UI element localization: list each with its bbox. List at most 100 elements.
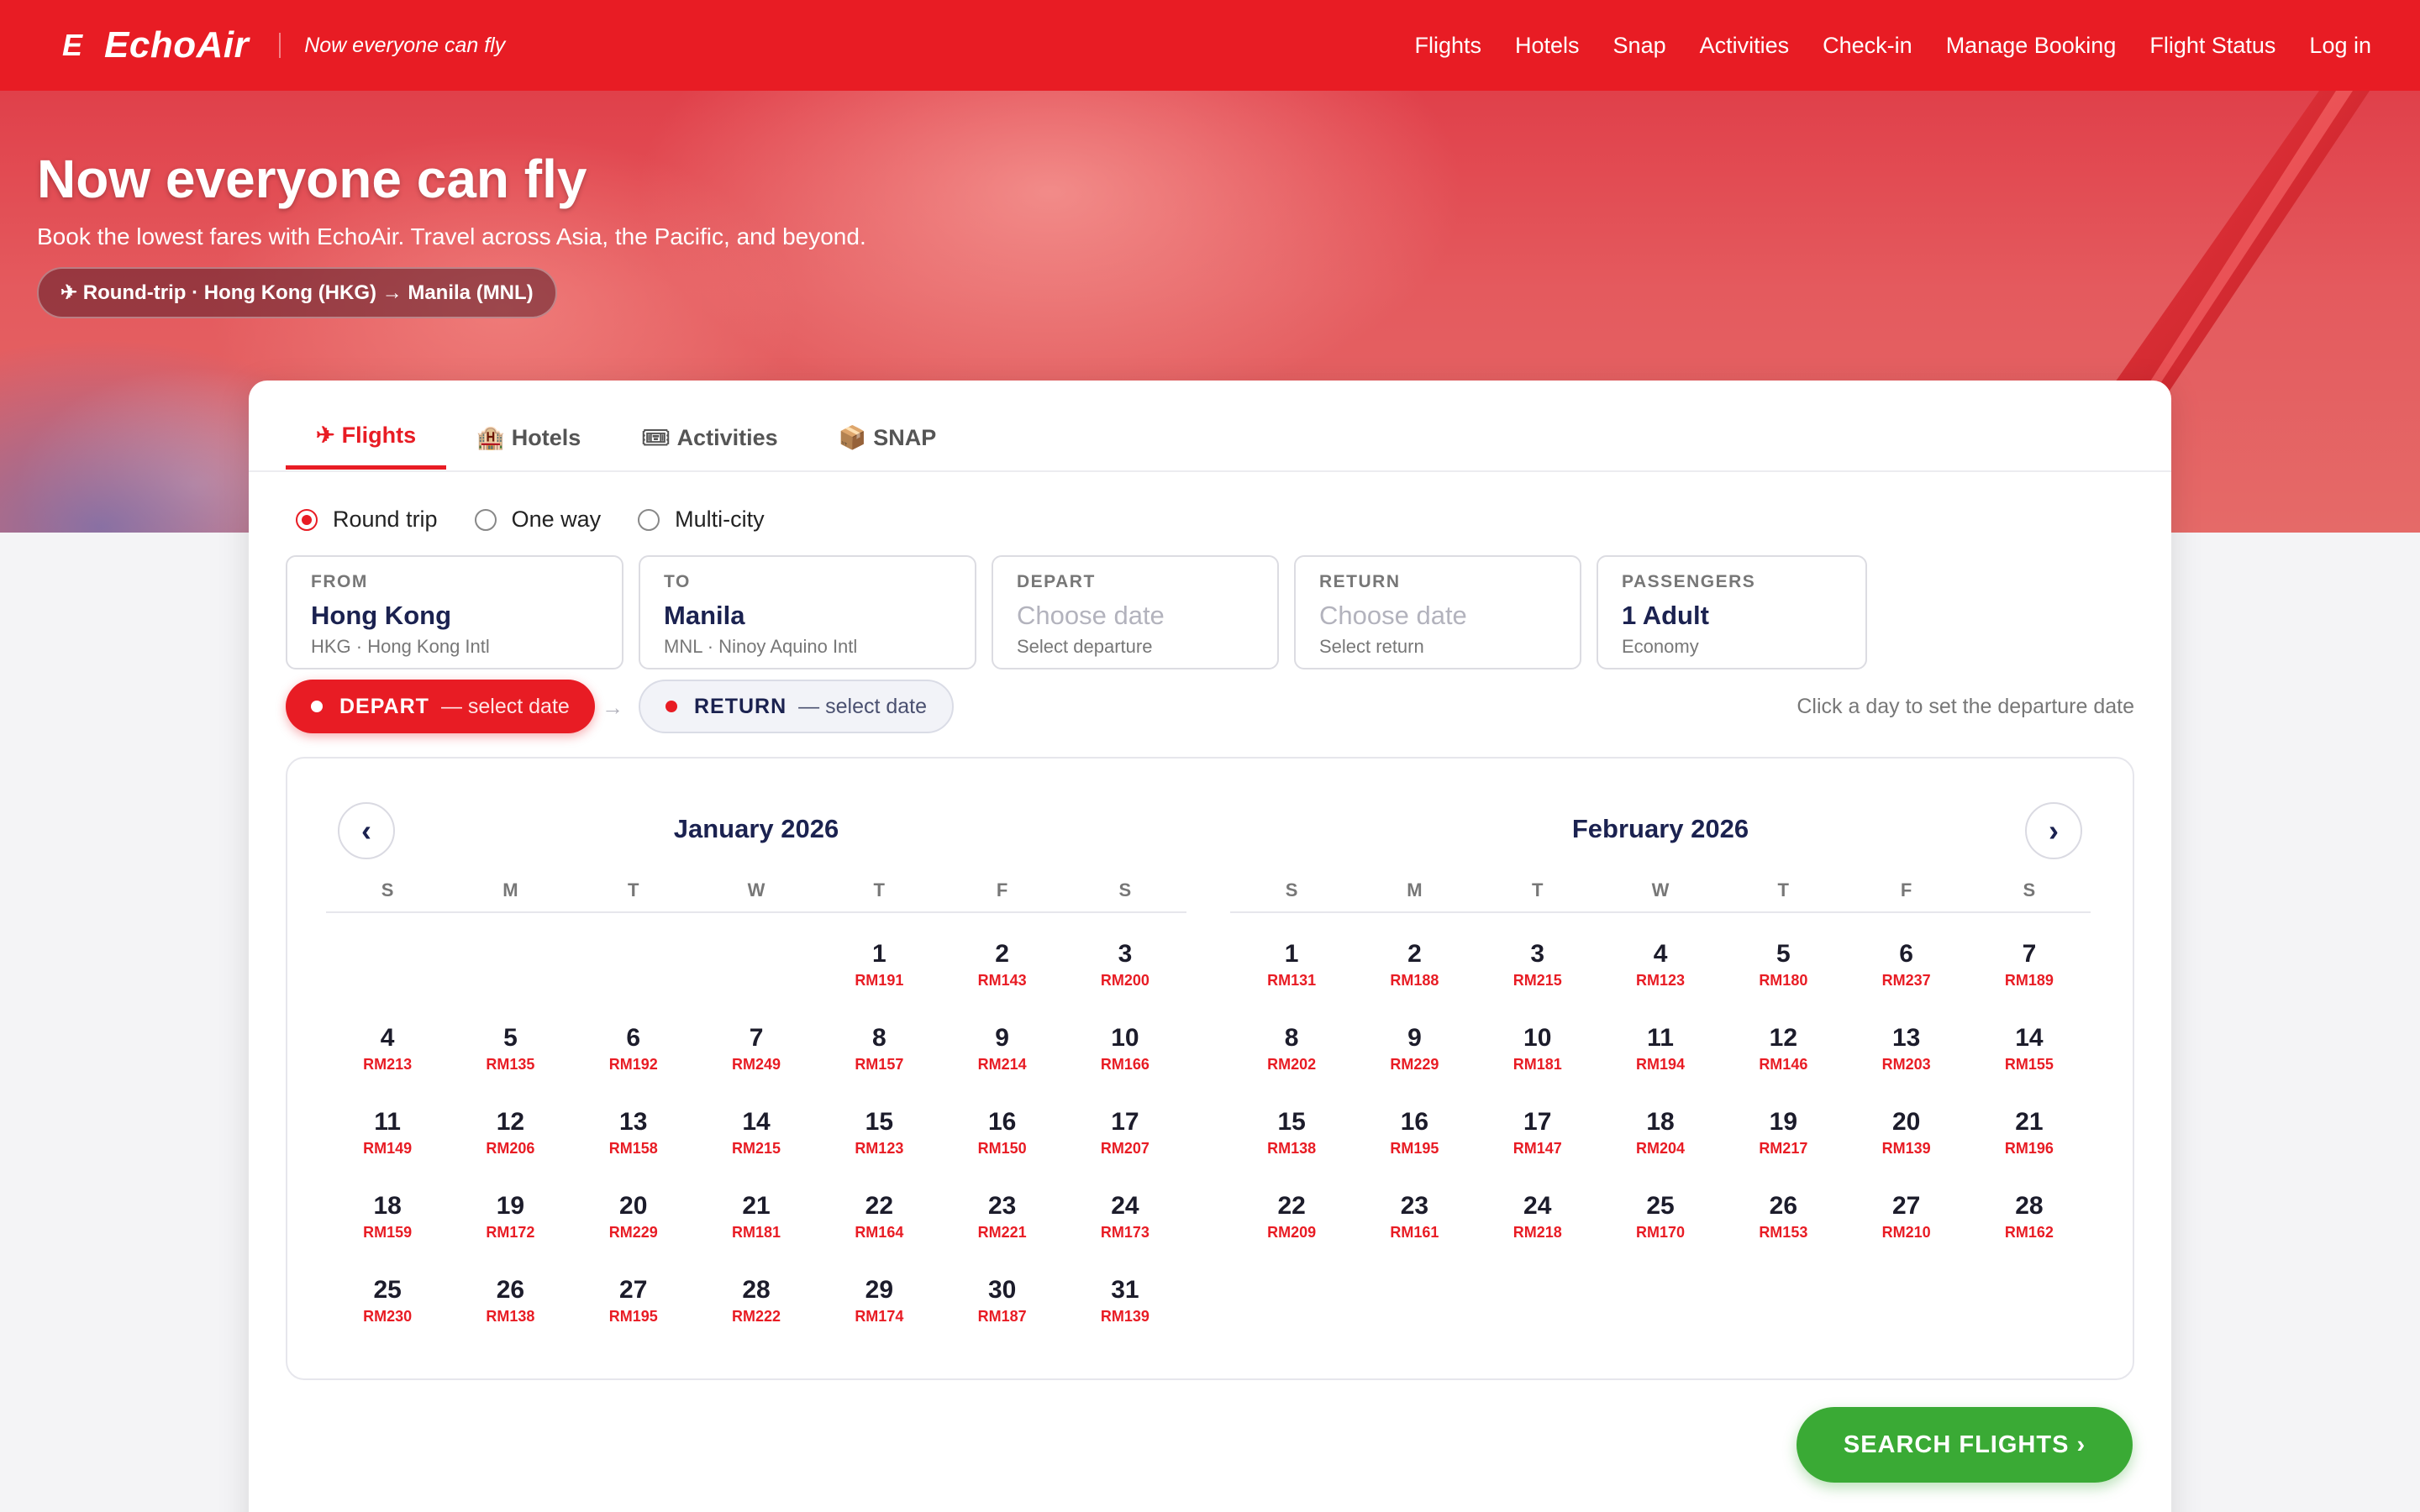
tabs-divider [249,470,2171,472]
calendar-day[interactable]: 23 RM161 [1353,1189,1476,1273]
tab-flights[interactable]: ✈ Flights [286,406,447,470]
date-step-indicator: DEPART — select date → RETURN — select d… [286,680,2134,735]
calendar-day[interactable]: 8 RM202 [1230,1021,1353,1105]
from-field[interactable]: FROM Hong Kong HKG · Hong Kong Intl [286,555,623,669]
calendar-day[interactable]: 22 RM209 [1230,1189,1353,1273]
calendar-day[interactable]: 13 RM203 [1844,1021,1967,1105]
calendar-day[interactable]: 12 RM146 [1722,1021,1844,1105]
tab-activities[interactable]: 🎟 Activities [611,406,808,470]
depart-date-field[interactable]: DEPART Choose date Select departure [992,555,1279,669]
calendar-day[interactable]: 31 RM139 [1064,1273,1186,1357]
radio-multi-city[interactable]: Multi-city [638,507,765,533]
calendar-day[interactable]: 6 RM192 [572,1021,695,1105]
calendar-day[interactable]: 18 RM159 [326,1189,449,1273]
calendar-day[interactable]: 11 RM194 [1599,1021,1722,1105]
nav-log-in[interactable]: Log in [2309,33,2371,59]
passengers-field[interactable]: PASSENGERS 1 Adult Economy [1597,555,1867,669]
calendar-day[interactable]: 7 RM249 [695,1021,818,1105]
calendar-day[interactable]: 3 RM200 [1064,937,1186,1021]
calendar-day[interactable]: 16 RM150 [940,1105,1063,1189]
calendar-day[interactable]: 1 RM191 [818,937,940,1021]
calendar-day[interactable]: 15 RM138 [1230,1105,1353,1189]
day-number: 20 [619,1192,648,1220]
calendar-day[interactable]: 18 RM204 [1599,1105,1722,1189]
calendar-day[interactable]: 26 RM153 [1722,1189,1844,1273]
calendar-day[interactable]: 10 RM181 [1476,1021,1599,1105]
day-fare: RM218 [1512,1224,1562,1241]
day-fare: RM194 [1636,1056,1686,1073]
calendar-day[interactable]: 7 RM189 [1968,937,2091,1021]
calendar-day[interactable]: 29 RM174 [818,1273,940,1357]
calendar-day[interactable]: 21 RM196 [1968,1105,2091,1189]
ticket-icon: 🎟 [641,425,671,450]
calendar-day[interactable]: 10 RM166 [1064,1021,1186,1105]
day-number: 20 [1891,1108,1921,1136]
nav-flight-status[interactable]: Flight Status [2149,33,2275,59]
calendar-day[interactable]: 5 RM135 [449,1021,571,1105]
day-fare: RM123 [855,1140,904,1157]
calendar-day[interactable]: 26 RM138 [449,1273,571,1357]
calendar-day[interactable]: 28 RM222 [695,1273,818,1357]
calendar-day[interactable]: 9 RM214 [940,1021,1063,1105]
nav-hotels[interactable]: Hotels [1515,33,1580,59]
calendar-day[interactable]: 9 RM229 [1353,1021,1476,1105]
radio-round-trip[interactable]: Round trip [296,507,438,533]
calendar-day[interactable]: 17 RM207 [1064,1105,1186,1189]
tab-snap[interactable]: 📦 SNAP [808,406,967,470]
calendar-day[interactable]: 4 RM123 [1599,937,1722,1021]
calendar-day[interactable]: 28 RM162 [1968,1189,2091,1273]
calendar-day[interactable]: 25 RM170 [1599,1189,1722,1273]
calendar-day[interactable]: 30 RM187 [940,1273,1063,1357]
calendar-day[interactable]: 22 RM164 [818,1189,940,1273]
calendar-day[interactable]: 8 RM157 [818,1021,940,1105]
calendar-day[interactable]: 21 RM181 [695,1189,818,1273]
calendar-day[interactable]: 5 RM180 [1722,937,1844,1021]
day-number: 4 [380,1024,395,1052]
nav-flights[interactable]: Flights [1414,33,1481,59]
calendar-day[interactable]: 4 RM213 [326,1021,449,1105]
search-flights-button[interactable]: SEARCH FLIGHTS › [1797,1407,2133,1483]
calendar-day[interactable]: 27 RM210 [1844,1189,1967,1273]
nav-check-in[interactable]: Check-in [1823,33,1912,59]
calendar-day[interactable]: 11 RM149 [326,1105,449,1189]
calendar-day[interactable]: 20 RM229 [572,1189,695,1273]
nav-snap[interactable]: Snap [1613,33,1666,59]
calendar-day[interactable]: 12 RM206 [449,1105,571,1189]
tab-hotels[interactable]: 🏨 Hotels [446,406,611,470]
day-number: 7 [2022,940,2037,968]
return-date-field[interactable]: RETURN Choose date Select return [1294,555,1581,669]
nav-manage-booking[interactable]: Manage Booking [1946,33,2117,59]
calendar-day[interactable]: 17 RM147 [1476,1105,1599,1189]
calendar-day[interactable]: 15 RM123 [818,1105,940,1189]
calendar-day[interactable]: 23 RM221 [940,1189,1063,1273]
calendar-day[interactable]: 19 RM217 [1722,1105,1844,1189]
return-step-pill[interactable]: RETURN — select date [639,680,955,733]
depart-step-pill[interactable]: DEPART — select date [286,680,595,733]
brand-logo[interactable]: E EchoAir [49,24,249,66]
radio-one-way[interactable]: One way [474,507,601,533]
calendar-day[interactable]: 14 RM215 [695,1105,818,1189]
calendar-day[interactable]: 27 RM195 [572,1273,695,1357]
arrow-right-icon: → [602,695,623,720]
day-number: 12 [1769,1024,1798,1052]
calendar-day[interactable]: 14 RM155 [1968,1021,2091,1105]
field-value: 1 Adult [1622,601,1709,630]
calendar-day[interactable]: 16 RM195 [1353,1105,1476,1189]
calendar-day[interactable]: 24 RM173 [1064,1189,1186,1273]
calendar-day[interactable]: 3 RM215 [1476,937,1599,1021]
day-fare: RM143 [977,972,1027,989]
calendar-day[interactable]: 2 RM143 [940,937,1063,1021]
to-field[interactable]: TO Manila MNL · Ninoy Aquino Intl [639,555,976,669]
calendar-day[interactable]: 20 RM139 [1844,1105,1967,1189]
calendar-day[interactable]: 2 RM188 [1353,937,1476,1021]
calendar-day[interactable]: 24 RM218 [1476,1189,1599,1273]
calendar-day[interactable]: 25 RM230 [326,1273,449,1357]
nav-activities[interactable]: Activities [1700,33,1790,59]
calendar-day[interactable]: 1 RM131 [1230,937,1353,1021]
calendar-day[interactable]: 19 RM172 [449,1189,571,1273]
day-number: 12 [496,1108,525,1136]
calendar-day[interactable]: 13 RM158 [572,1105,695,1189]
day-fare: RM222 [732,1308,781,1325]
calendar-day[interactable]: 6 RM237 [1844,937,1967,1021]
step-title: DEPART [339,694,429,718]
